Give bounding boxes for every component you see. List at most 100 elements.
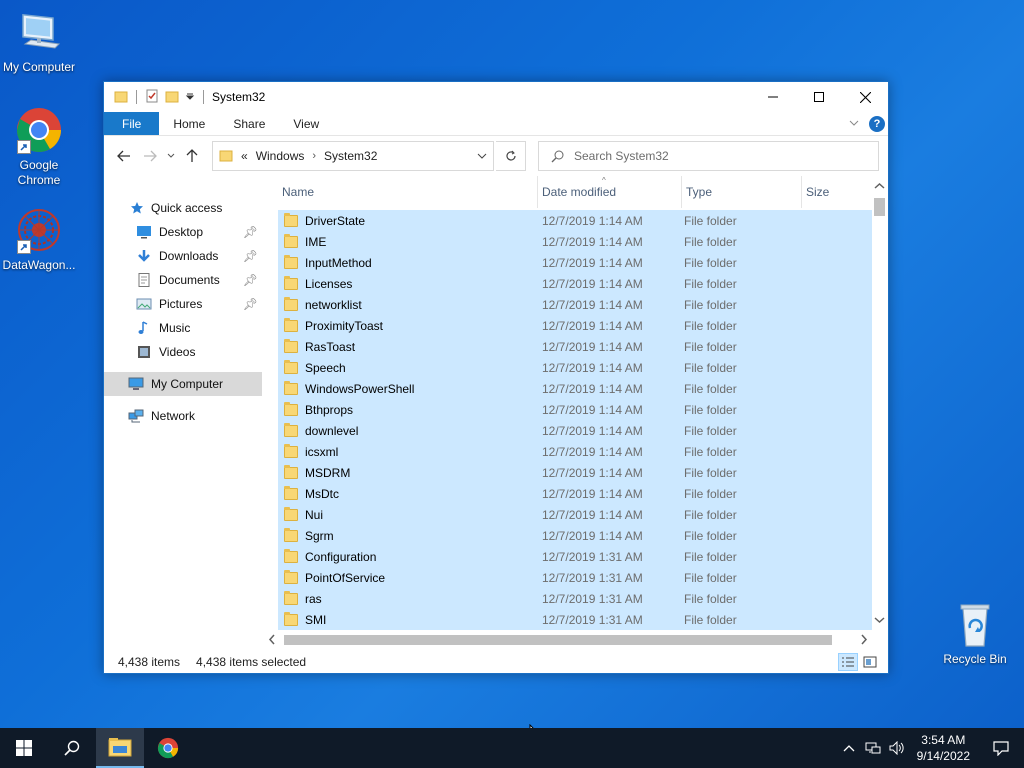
new-folder-icon[interactable]: [165, 89, 179, 106]
column-header-date-modified[interactable]: Date modified: [538, 176, 682, 208]
column-header-name[interactable]: Name: [278, 176, 538, 208]
table-row[interactable]: Configuration 12/7/2019 1:31 AM File folde…: [278, 546, 872, 567]
table-row[interactable]: WindowsPowerShell 12/7/2019 1:14 AM File f…: [278, 378, 872, 399]
nav-my-computer[interactable]: My Computer: [104, 372, 262, 396]
recent-locations-button[interactable]: [164, 144, 178, 168]
file-name-cell: Licenses: [278, 275, 540, 291]
properties-icon[interactable]: [145, 89, 159, 106]
refresh-button[interactable]: [496, 141, 526, 171]
table-row[interactable]: ras 12/7/2019 1:31 AM File folder: [278, 588, 872, 609]
show-hidden-icons-button[interactable]: [837, 744, 861, 752]
table-row[interactable]: MSDRM 12/7/2019 1:14 AM File folder: [278, 462, 872, 483]
details-view-button[interactable]: [838, 652, 858, 671]
start-button[interactable]: [0, 728, 48, 768]
back-button[interactable]: [112, 144, 136, 168]
network-tray-button[interactable]: [861, 741, 885, 755]
date-modified-cell: 12/7/2019 1:31 AM: [542, 612, 643, 627]
column-header-type[interactable]: Type: [682, 176, 802, 208]
table-row[interactable]: MsDtc 12/7/2019 1:14 AM File folder: [278, 483, 872, 504]
folder-icon: [219, 148, 233, 165]
navigation-bar: « Windows › System32 Search System32: [104, 136, 888, 176]
date-modified-cell: 12/7/2019 1:14 AM: [542, 528, 643, 543]
table-row[interactable]: Sgrm 12/7/2019 1:14 AM File folder: [278, 525, 872, 546]
nav-music[interactable]: Music: [104, 316, 262, 340]
search-icon: [64, 740, 80, 756]
scroll-up-icon[interactable]: [871, 180, 888, 192]
minimize-button[interactable]: [750, 82, 796, 112]
file-name: IME: [305, 234, 327, 249]
nav-network[interactable]: Network: [104, 404, 262, 428]
search-box[interactable]: Search System32: [538, 141, 879, 171]
table-row[interactable]: InputMethod 12/7/2019 1:14 AM File folder: [278, 252, 872, 273]
desktop-icon-google-chrome[interactable]: Google Chrome: [0, 106, 78, 188]
desktop-icon-datawagon[interactable]: DataWagon...: [0, 206, 78, 273]
table-row[interactable]: Bthprops 12/7/2019 1:14 AM File folder: [278, 399, 872, 420]
action-center-button[interactable]: [978, 740, 1024, 756]
nav-desktop[interactable]: Desktop 📌︎: [104, 220, 262, 244]
scroll-down-icon[interactable]: [871, 614, 888, 626]
column-header-size[interactable]: Size: [802, 176, 872, 208]
breadcrumb-windows[interactable]: Windows: [256, 149, 305, 163]
pin-icon[interactable]: 📌︎: [243, 249, 258, 263]
table-row[interactable]: IME 12/7/2019 1:14 AM File folder: [278, 231, 872, 252]
title-bar[interactable]: System32: [104, 82, 888, 112]
nav-pictures[interactable]: Pictures 📌︎: [104, 292, 262, 316]
large-icons-view-button[interactable]: [860, 653, 880, 671]
nav-downloads[interactable]: Downloads 📌︎: [104, 244, 262, 268]
help-icon[interactable]: ?: [869, 115, 885, 132]
maximize-button[interactable]: [796, 82, 842, 112]
breadcrumb-overflow[interactable]: «: [241, 149, 248, 163]
table-row[interactable]: downlevel 12/7/2019 1:14 AM File folder: [278, 420, 872, 441]
scroll-right-icon[interactable]: [858, 631, 870, 648]
table-row[interactable]: Nui 12/7/2019 1:14 AM File folder: [278, 504, 872, 525]
clock[interactable]: 3:54 AM 9/14/2022: [909, 732, 978, 764]
close-button[interactable]: [842, 82, 888, 112]
desktop-icon-recycle-bin[interactable]: Recycle Bin: [936, 600, 1014, 667]
table-row[interactable]: SMI 12/7/2019 1:31 AM File folder: [278, 609, 872, 630]
customize-toolbar-icon[interactable]: [185, 90, 195, 104]
vertical-scrollbar[interactable]: [871, 176, 888, 628]
desktop-icon-my-computer[interactable]: My Computer: [0, 8, 78, 75]
forward-button[interactable]: [138, 144, 162, 168]
documents-icon: [138, 273, 150, 287]
folder-icon: [284, 359, 298, 374]
table-row[interactable]: Speech 12/7/2019 1:14 AM File folder: [278, 357, 872, 378]
table-row[interactable]: PointOfService 12/7/2019 1:31 AM File fold…: [278, 567, 872, 588]
network-icon: [865, 742, 881, 754]
tab-view[interactable]: View: [279, 112, 333, 135]
breadcrumb-system32[interactable]: System32: [324, 149, 377, 163]
scrollbar-thumb[interactable]: [284, 635, 832, 645]
up-button[interactable]: [180, 144, 204, 168]
address-dropdown-button[interactable]: [471, 142, 493, 170]
taskbar-chrome[interactable]: [144, 728, 192, 768]
volume-button[interactable]: [885, 741, 909, 755]
horizontal-scrollbar[interactable]: [264, 631, 872, 648]
search-button[interactable]: [48, 728, 96, 768]
address-bar[interactable]: « Windows › System32: [212, 141, 494, 171]
expand-ribbon-icon[interactable]: [849, 117, 859, 131]
table-row[interactable]: Licenses 12/7/2019 1:14 AM File folder: [278, 273, 872, 294]
pin-icon[interactable]: 📌︎: [243, 297, 258, 311]
nav-item-label: Videos: [159, 345, 196, 359]
chevron-right-icon[interactable]: ›: [312, 150, 316, 162]
scroll-left-icon[interactable]: [266, 631, 278, 648]
table-row[interactable]: ProximityToast 12/7/2019 1:14 AM File fold…: [278, 315, 872, 336]
pin-icon[interactable]: 📌︎: [243, 273, 258, 287]
tab-file[interactable]: File: [104, 112, 160, 135]
nav-quick-access[interactable]: Quick access: [104, 196, 262, 220]
search-icon: [551, 150, 564, 162]
tab-share[interactable]: Share: [219, 112, 279, 135]
nav-videos[interactable]: Videos: [104, 340, 262, 364]
table-row[interactable]: RasToast 12/7/2019 1:14 AM File folder: [278, 336, 872, 357]
search-input[interactable]: Search System32: [574, 149, 669, 163]
nav-item-label: Downloads: [159, 249, 219, 263]
taskbar-file-explorer[interactable]: [96, 728, 144, 768]
tab-home[interactable]: Home: [159, 112, 219, 135]
table-row[interactable]: DriverState 12/7/2019 1:14 AM File folder: [278, 210, 872, 231]
nav-documents[interactable]: Documents 📌︎: [104, 268, 262, 292]
pin-icon[interactable]: 📌︎: [243, 225, 258, 239]
scrollbar-thumb[interactable]: [874, 198, 885, 216]
column-headers: Name Date modified Type Size ^: [278, 176, 888, 208]
table-row[interactable]: icsxml 12/7/2019 1:14 AM File folder: [278, 441, 872, 462]
table-row[interactable]: networklist 12/7/2019 1:14 AM File folder: [278, 294, 872, 315]
